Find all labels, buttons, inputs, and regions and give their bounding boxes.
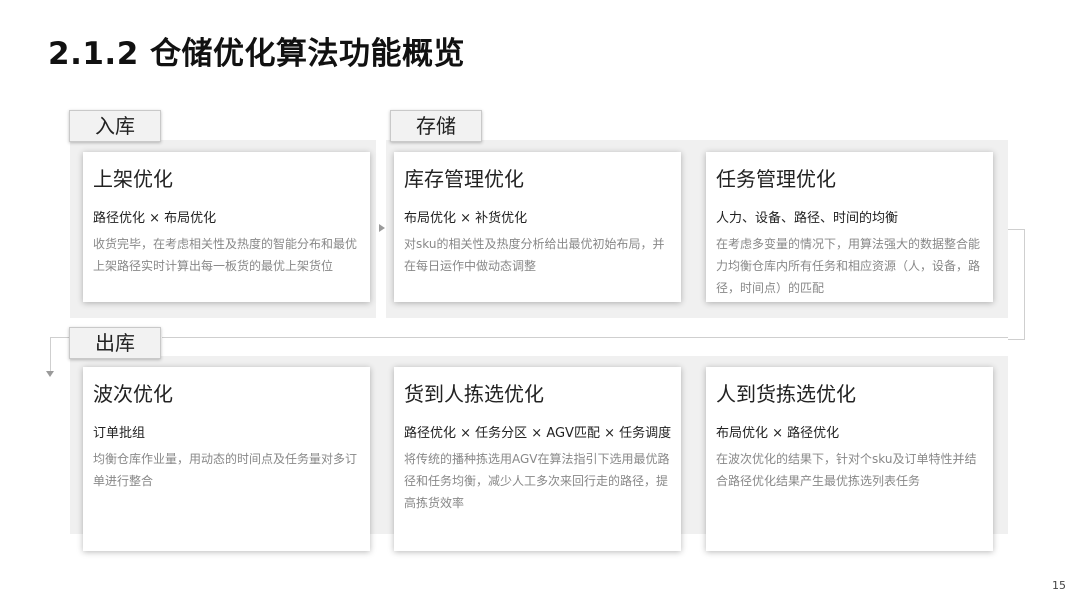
page-number: 15 <box>1052 579 1066 592</box>
card-subtitle: 人力、设备、路径、时间的均衡 <box>716 211 899 226</box>
card-subtitle: 路径优化 × 任务分区 × AGV匹配 × 任务调度 <box>404 426 672 441</box>
card-title: 波次优化 <box>93 382 173 406</box>
card-subtitle: 布局优化 × 路径优化 <box>716 426 840 441</box>
flow-arrow-icon <box>379 224 385 232</box>
stage-tab-inbound: 入库 <box>69 110 161 142</box>
card-title: 库存管理优化 <box>404 167 524 191</box>
card-title: 任务管理优化 <box>716 167 836 191</box>
stage-tab-storage: 存储 <box>390 110 482 142</box>
flow-connector-right <box>1008 229 1025 340</box>
card-wave-optimization: 波次优化 订单批组 均衡仓库作业量，用动态的时间点及任务量对多订单进行整合 <box>83 367 370 551</box>
card-subtitle: 路径优化 × 布局优化 <box>93 211 217 226</box>
card-title: 上架优化 <box>93 167 173 191</box>
card-subtitle: 布局优化 × 补货优化 <box>404 211 528 226</box>
card-description: 在考虑多变量的情况下，用算法强大的数据整合能力均衡仓库内所有任务和相应资源（人，… <box>716 237 981 295</box>
page-title: 2.1.2 仓储优化算法功能概览 <box>48 36 466 72</box>
card-goods-to-person-optimization: 货到人拣选优化 路径优化 × 任务分区 × AGV匹配 × 任务调度 将传统的播… <box>394 367 681 551</box>
card-person-to-goods-optimization: 人到货拣选优化 布局优化 × 路径优化 在波次优化的结果下，针对个sku及订单特… <box>706 367 993 551</box>
card-description: 将传统的播种拣选用AGV在算法指引下选用最优路径和任务均衡，减少人工多次来回行走… <box>404 452 670 510</box>
card-putaway-optimization: 上架优化 路径优化 × 布局优化 收货完毕，在考虑相关性及热度的智能分布和最优上… <box>83 152 370 302</box>
card-inventory-optimization: 库存管理优化 布局优化 × 补货优化 对sku的相关性及热度分析给出最优初始布局… <box>394 152 681 302</box>
card-title: 货到人拣选优化 <box>404 382 544 406</box>
card-description: 在波次优化的结果下，针对个sku及订单特性并结合路径优化结果产生最优拣选列表任务 <box>716 452 977 488</box>
flow-connector-left <box>50 337 69 372</box>
flow-connector-middle <box>162 337 1008 338</box>
stage-tab-outbound: 出库 <box>69 327 161 359</box>
card-title: 人到货拣选优化 <box>716 382 856 406</box>
card-subtitle: 订单批组 <box>93 426 146 441</box>
card-description: 均衡仓库作业量，用动态的时间点及任务量对多订单进行整合 <box>93 452 358 488</box>
card-description: 收货完毕，在考虑相关性及热度的智能分布和最优上架路径实时计算出每一板货的最优上架… <box>93 237 358 273</box>
card-task-optimization: 任务管理优化 人力、设备、路径、时间的均衡 在考虑多变量的情况下，用算法强大的数… <box>706 152 993 302</box>
flow-arrow-down-icon <box>46 371 54 377</box>
card-description: 对sku的相关性及热度分析给出最优初始布局，并在每日运作中做动态调整 <box>404 237 665 273</box>
